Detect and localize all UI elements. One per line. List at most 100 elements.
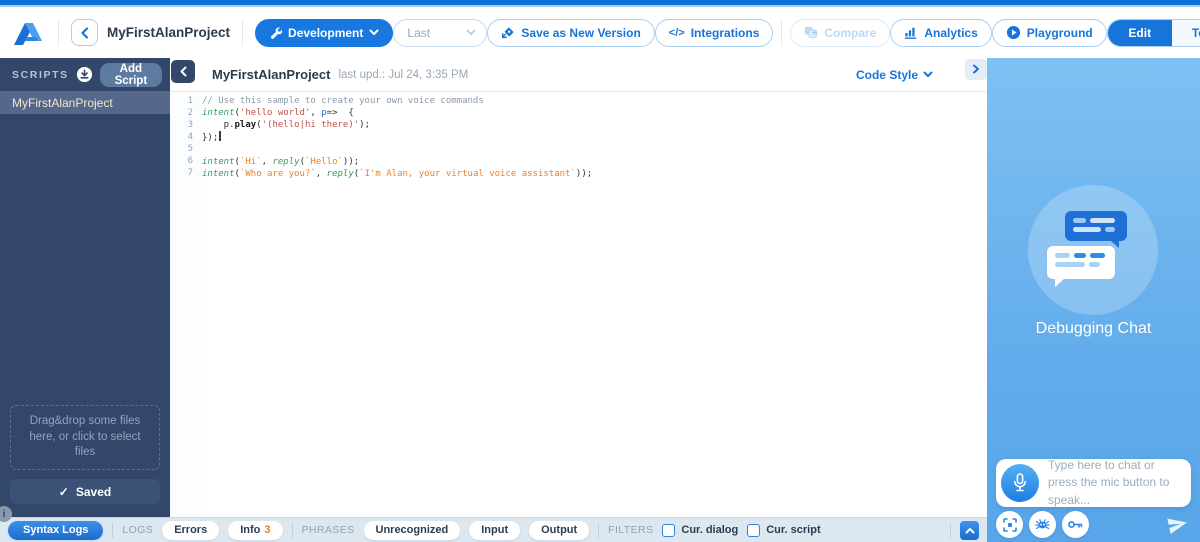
code-token: ,: [261, 157, 273, 167]
code-token: reply: [272, 157, 300, 167]
code-token: ));: [575, 169, 593, 179]
code-token: intent: [202, 108, 235, 118]
project-title: MyFirstAlanProject: [107, 25, 231, 40]
divider: [598, 522, 600, 538]
auth-key-button[interactable]: [1062, 511, 1089, 538]
bubble-bar: [1105, 227, 1115, 232]
code-line: p.play('(hello|hi there)');: [202, 119, 987, 131]
code-token: `Hi`: [239, 157, 262, 167]
divider: [950, 522, 951, 538]
alan-logo[interactable]: [12, 18, 46, 48]
download-scripts-icon[interactable]: [76, 66, 93, 83]
unrecognized-filter-button[interactable]: Unrecognized: [363, 520, 461, 540]
top-bar: MyFirstAlanProject Development Last Save…: [0, 7, 1200, 58]
collapse-sidebar-button[interactable]: [171, 60, 195, 83]
chat-illustration-circle: [1028, 185, 1158, 315]
code-token: });: [202, 133, 219, 143]
logs-section-label: LOGS: [122, 524, 154, 536]
playground-label: Playground: [1026, 25, 1093, 40]
back-button[interactable]: [71, 19, 98, 46]
line-number: 7: [187, 168, 193, 178]
syntax-logs-button[interactable]: Syntax Logs: [8, 520, 104, 540]
code-token: reply: [326, 169, 354, 179]
saved-button[interactable]: ✓ Saved: [10, 479, 160, 504]
chevron-down-icon: [923, 71, 933, 77]
code-brackets-icon: </>: [668, 26, 685, 39]
analytics-button[interactable]: Analytics: [890, 18, 992, 47]
output-filter-button[interactable]: Output: [529, 520, 590, 540]
send-button[interactable]: [1167, 514, 1188, 535]
divider: [58, 19, 59, 46]
code-token: `Hello`: [304, 157, 343, 167]
script-list-item[interactable]: MyFirstAlanProject: [0, 91, 170, 114]
code-token: // Use this sample to create your own vo…: [202, 96, 484, 106]
wrench-icon: [271, 27, 283, 39]
save-version-icon: [502, 26, 515, 38]
code-area[interactable]: 1 2 3 4 5 6 7 // Use this sample to create you…: [170, 92, 987, 517]
compare-button[interactable]: Compare: [790, 18, 891, 47]
expand-logs-button[interactable]: [960, 520, 979, 540]
info-filter-button[interactable]: Info 3: [228, 520, 283, 540]
environment-label: Development: [288, 25, 364, 40]
line-numbers: 1 2 3 4 5 6 7: [170, 95, 202, 517]
code-lines[interactable]: // Use this sample to create your own vo…: [202, 95, 987, 517]
info-count-badge: 3: [264, 524, 271, 536]
chat-bubble-icon: [1047, 246, 1115, 287]
line-number: 3: [187, 120, 193, 130]
info-label: Info: [240, 524, 261, 536]
code-token: ,: [310, 108, 322, 118]
bubble-bar: [1090, 253, 1105, 258]
code-line: // Use this sample to create your own vo…: [202, 95, 987, 107]
environment-dropdown[interactable]: Development: [255, 18, 394, 47]
version-select[interactable]: Last: [393, 18, 488, 47]
last-updated-label: last upd.: Jul 24, 3:35 PM: [338, 68, 469, 81]
file-dropzone[interactable]: Drag&drop some files here, or click to s…: [10, 405, 160, 470]
save-version-label: Save as New Version: [521, 25, 641, 40]
divider: [291, 522, 293, 538]
code-editor: MyFirstAlanProject last upd.: Jul 24, 3:…: [170, 58, 987, 517]
code-token: intent: [202, 169, 235, 179]
alan-studio-app: MyFirstAlanProject Development Last Save…: [0, 0, 1200, 542]
code-token: ));: [342, 157, 360, 167]
divider: [112, 522, 114, 538]
saved-label: Saved: [75, 484, 112, 499]
code-style-dropdown[interactable]: Code Style: [856, 68, 933, 82]
cur-dialog-checkbox[interactable]: Cur. dialog: [662, 523, 738, 537]
checkbox-icon: [662, 523, 676, 537]
bottom-toolbar: Syntax Logs LOGS Errors Info 3 PHRASES U…: [0, 517, 987, 542]
scan-mode-button[interactable]: [996, 511, 1023, 538]
integrations-label: Integrations: [690, 25, 760, 40]
input-filter-button[interactable]: Input: [469, 520, 521, 540]
microphone-icon: [1014, 473, 1026, 492]
save-as-new-version-button[interactable]: Save as New Version: [487, 18, 655, 47]
mic-button[interactable]: [1001, 464, 1039, 502]
tab-edit[interactable]: Edit: [1107, 19, 1172, 46]
cur-script-checkbox[interactable]: Cur. script: [747, 523, 821, 537]
playground-button[interactable]: Playground: [991, 18, 1107, 47]
chevron-left-icon: [180, 66, 186, 77]
add-script-button[interactable]: Add Script: [99, 62, 162, 87]
editor-file-name: MyFirstAlanProject: [212, 67, 331, 82]
integrations-button[interactable]: </> Integrations: [654, 18, 774, 47]
phrases-section-label: PHRASES: [301, 524, 355, 536]
code-token: ,: [315, 169, 327, 179]
debug-bug-button[interactable]: [1029, 511, 1056, 538]
bar-chart-icon: [905, 27, 917, 39]
chevron-left-icon: [80, 26, 88, 39]
chat-input[interactable]: Type here to chat or press the mic butto…: [996, 458, 1191, 507]
analytics-label: Analytics: [924, 25, 978, 40]
text-cursor: [219, 131, 221, 141]
expand-panel-button[interactable]: [965, 58, 987, 80]
bubble-bar: [1073, 218, 1086, 223]
scan-frame-icon: [1002, 517, 1017, 532]
chat-action-bar: [996, 511, 1188, 538]
errors-filter-button[interactable]: Errors: [162, 520, 220, 540]
key-icon: [1068, 521, 1083, 528]
bubble-bar: [1090, 218, 1115, 223]
bubble-bar: [1055, 253, 1070, 258]
tab-test[interactable]: Test: [1171, 19, 1200, 46]
scripts-sidebar: SCRIPTS Add Script MyFirstAlanProject Dr…: [0, 58, 170, 522]
version-select-value: Last: [407, 25, 431, 40]
bubble-bar: [1074, 253, 1086, 258]
